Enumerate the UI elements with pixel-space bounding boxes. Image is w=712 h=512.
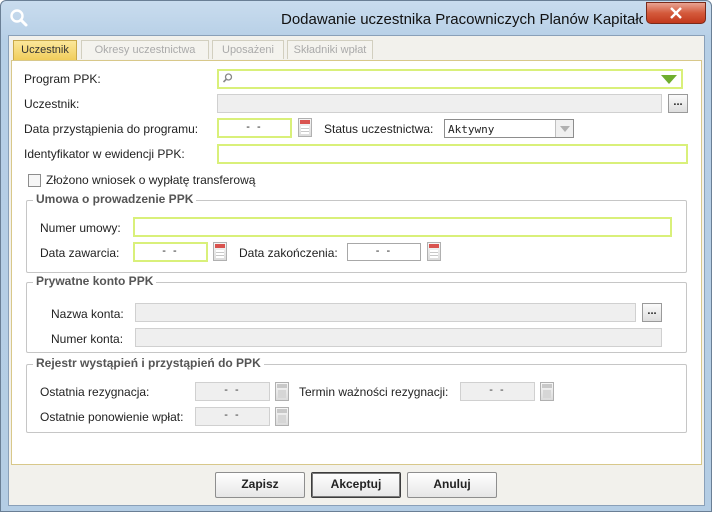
numer-konta-field (135, 328, 662, 347)
ostatnie-ponowienie-field: - - (195, 407, 270, 426)
status-select[interactable]: Aktywny (444, 119, 574, 138)
konto-group: Prywatne konto PPK Nazwa konta: ... Nume… (26, 274, 687, 353)
data-zawarcia-input[interactable]: - - (133, 242, 208, 262)
window-title: Dodawanie uczestnika Pracowniczych Planó… (281, 11, 643, 28)
numer-umowy-label: Numer umowy: (40, 221, 121, 235)
konto-group-title: Prywatne konto PPK (33, 274, 157, 288)
termin-waznosci-label: Termin ważności rezygnacji: (299, 385, 449, 399)
title-bar[interactable]: Dodawanie uczestnika Pracowniczych Planó… (1, 1, 711, 35)
search-icon (222, 72, 234, 87)
status-value: Aktywny (448, 123, 495, 136)
nazwa-konta-label: Nazwa konta: (51, 307, 124, 321)
accept-button[interactable]: Akceptuj (311, 472, 401, 498)
transfer-checkbox-label: Złożono wniosek o wypłatę transferową (46, 173, 256, 187)
data-zawarcia-label: Data zawarcia: (40, 246, 120, 260)
program-label: Program PPK: (24, 72, 101, 86)
status-label: Status uczestnictwa: (324, 122, 434, 136)
ostatnia-rezygnacja-field: - - (195, 382, 270, 401)
save-button[interactable]: Zapisz (215, 472, 305, 498)
calendar-icon[interactable] (213, 242, 227, 261)
termin-waznosci-field: - - (460, 382, 535, 401)
calendar-icon[interactable] (298, 118, 312, 137)
ostatnie-ponowienie-label: Ostatnie ponowienie wpłat: (40, 410, 184, 424)
data-przystapienia-value: - - (246, 121, 263, 133)
data-zakonczenia-value: - - (375, 245, 393, 257)
tab-panel-uczestnik: Program PPK: Uczestnik: ... Data przystą… (11, 60, 702, 465)
program-combobox[interactable] (217, 69, 683, 89)
tab-uczestnik[interactable]: Uczestnik (13, 40, 77, 61)
chevron-down-icon[interactable] (555, 120, 573, 137)
rejestr-group-title: Rejestr wystąpień i przystąpień do PPK (33, 356, 264, 370)
dialog-window: Dodawanie uczestnika Pracowniczych Planó… (0, 0, 712, 512)
rejestr-group: Rejestr wystąpień i przystąpień do PPK O… (26, 356, 687, 433)
uczestnik-label: Uczestnik: (24, 97, 80, 111)
data-zakonczenia-input[interactable]: - - (347, 243, 421, 261)
nazwa-konta-browse-button[interactable]: ... (642, 303, 662, 322)
termin-waznosci-value: - - (489, 384, 506, 396)
uczestnik-field (217, 94, 662, 113)
tab-uposazeni[interactable]: Uposażeni (212, 40, 284, 59)
data-przystapienia-label: Data przystąpienia do programu: (24, 122, 199, 136)
calendar-icon[interactable] (427, 242, 441, 261)
ostatnie-ponowienie-value: - - (224, 409, 241, 421)
data-przystapienia-input[interactable]: - - (217, 118, 292, 138)
calendar-icon (275, 382, 289, 401)
numer-konta-label: Numer konta: (51, 332, 124, 346)
dialog-client: Uczestnik Okresy uczestnictwa Uposażeni … (8, 35, 705, 506)
numer-umowy-input[interactable] (133, 217, 672, 237)
data-zakonczenia-label: Data zakończenia: (239, 246, 338, 260)
calendar-icon (540, 382, 554, 401)
data-zawarcia-value: - - (162, 245, 179, 257)
ostatnia-rezygnacja-label: Ostatnia rezygnacja: (40, 385, 150, 399)
close-icon (670, 7, 682, 19)
search-app-icon (7, 7, 31, 29)
transfer-checkbox[interactable] (28, 174, 41, 187)
identyfikator-input[interactable] (217, 144, 688, 164)
identyfikator-label: Identyfikator w ewidencji PPK: (24, 147, 185, 161)
ostatnia-rezygnacja-value: - - (224, 384, 241, 396)
close-button[interactable] (646, 2, 706, 24)
nazwa-konta-field (135, 303, 636, 322)
uczestnik-browse-button[interactable]: ... (668, 94, 688, 113)
cancel-button[interactable]: Anuluj (407, 472, 497, 498)
umowa-group: Umowa o prowadzenie PPK Numer umowy: Dat… (26, 192, 687, 273)
umowa-group-title: Umowa o prowadzenie PPK (33, 192, 197, 206)
chevron-down-icon[interactable] (661, 75, 677, 84)
calendar-icon (275, 407, 289, 426)
tab-skladniki-wplat[interactable]: Składniki wpłat (287, 40, 373, 59)
tab-okresy-uczestnictwa[interactable]: Okresy uczestnictwa (81, 40, 209, 59)
